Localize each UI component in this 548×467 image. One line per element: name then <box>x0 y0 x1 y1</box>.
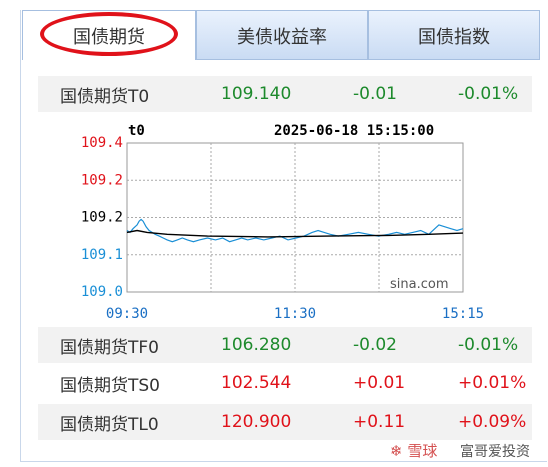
quote-change: +0.11 <box>353 412 406 432</box>
y-tick-label: 109.0 <box>81 284 123 300</box>
quote-name: 国债期货TS0 <box>60 375 160 396</box>
quote-change: -0.02 <box>353 335 397 355</box>
quote-change: +0.01 <box>353 373 406 393</box>
quote-pct: +0.09% <box>458 412 527 432</box>
y-tick-label: 109.2 <box>81 210 123 226</box>
chart-datetime: 2025-06-18 15:15:00 <box>274 123 434 139</box>
quote-row-ts0[interactable]: 国债期货TS0 102.544 +0.01 +0.01% <box>38 365 532 401</box>
quote-price: 120.900 <box>221 412 292 432</box>
chart-grid <box>126 142 464 293</box>
y-tick-label: 109.4 <box>81 135 123 151</box>
xueqiu-logo: ❄ 雪球 <box>390 442 438 460</box>
quote-name: 国债期货TF0 <box>60 337 159 358</box>
quote-pct: +0.01% <box>458 373 527 393</box>
quote-pct: -0.01% <box>458 335 519 355</box>
chart-watermark: sina.com <box>390 277 449 292</box>
x-tick-label: 09:30 <box>106 306 148 322</box>
quote-row-tf0[interactable]: 国债期货TF0 106.280 -0.02 -0.01% <box>38 327 532 363</box>
quote-row-tl0[interactable]: 国债期货TL0 120.900 +0.11 +0.09% <box>38 404 532 440</box>
x-tick-label: 11:30 <box>274 306 316 322</box>
chart-symbol: t0 <box>128 123 145 139</box>
y-tick-label: 109.2 <box>81 172 123 188</box>
quote-name: 国债期货TL0 <box>60 414 159 435</box>
x-tick-label: 15:15 <box>442 306 484 322</box>
quote-price: 106.280 <box>221 335 292 355</box>
watermark-text: 富哥爱投资 <box>460 444 530 460</box>
quote-price: 102.544 <box>221 373 292 393</box>
y-tick-label: 109.1 <box>81 247 123 263</box>
